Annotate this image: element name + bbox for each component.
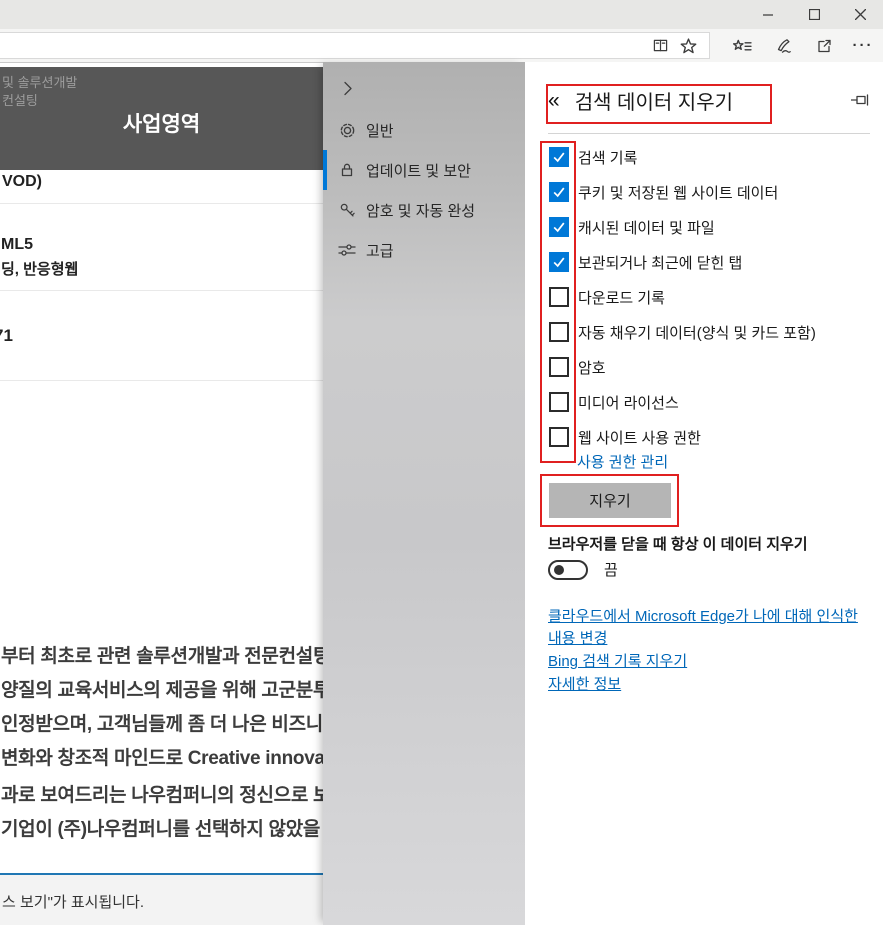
checkbox[interactable] — [549, 427, 569, 447]
collapse-chevron-icon[interactable] — [336, 77, 360, 99]
page-paragraph-line: 변화와 창조적 마인드로 Creative innovation을 — [1, 743, 376, 770]
close-button[interactable] — [837, 0, 883, 29]
page-footer-text: 스 보기"가 표시됩니다. — [2, 891, 144, 912]
checkbox-label: 미디어 라이선스 — [578, 392, 679, 413]
more-ellipsis-glyph: ··· — [853, 37, 874, 54]
more-ellipsis-icon[interactable]: ··· — [846, 29, 880, 62]
settings-nav-flyout: 일반 업데이트 및 보안 암호 및 자동 완성 — [323, 62, 525, 925]
active-accent-bar — [323, 150, 327, 190]
nav-item-passwords-autofill[interactable]: 암호 및 자동 완성 — [323, 190, 525, 230]
checkbox-row-site-permissions[interactable]: 웹 사이트 사용 권한 — [549, 427, 816, 447]
checkbox-label: 보관되거나 최근에 닫힌 탭 — [578, 252, 742, 273]
always-clear-toggle-row: 끔 — [548, 559, 618, 580]
title-bar — [0, 0, 883, 29]
nav-item-label: 일반 — [366, 120, 394, 141]
page-row-vod: VOD) — [2, 173, 42, 191]
checkbox[interactable] — [549, 147, 569, 167]
page-row-coding: 딩, 반응형웹 — [1, 258, 78, 279]
cloud-recognition-link-line2[interactable]: 내용 변경 — [548, 627, 607, 648]
checkbox-row-browsing-history[interactable]: 검색 기록 — [549, 147, 816, 167]
hero-title: 사업영역 — [0, 108, 323, 138]
checkbox-label: 자동 채우기 데이터(양식 및 카드 포함) — [578, 322, 816, 343]
sliders-icon — [338, 243, 356, 257]
nav-item-privacy-security[interactable]: 업데이트 및 보안 — [323, 150, 525, 190]
manage-permissions-link[interactable]: 사용 권한 관리 — [577, 451, 668, 472]
checkbox-label: 다운로드 기록 — [578, 287, 665, 308]
address-bar[interactable] — [0, 32, 710, 59]
nav-item-advanced[interactable]: 고급 — [323, 230, 525, 270]
checkbox-row-cached-data[interactable]: 캐시된 데이터 및 파일 — [549, 217, 816, 237]
checkbox-label: 캐시된 데이터 및 파일 — [578, 217, 715, 238]
nav-item-label: 업데이트 및 보안 — [366, 160, 471, 181]
clear-browsing-data-panel: « 검색 데이터 지우기 검색 기록 — [525, 62, 883, 925]
learn-more-link[interactable]: 자세한 정보 — [548, 673, 621, 694]
hero-small-text-2: 컨설팅 — [2, 90, 38, 109]
panel-header: « 검색 데이터 지우기 — [548, 83, 871, 117]
checkbox-row-media-licenses[interactable]: 미디어 라이선스 — [549, 392, 816, 412]
checkbox[interactable] — [549, 217, 569, 237]
lock-icon — [338, 162, 356, 178]
page-row-number: 71 — [0, 326, 13, 346]
page-row-html5: ML5 — [1, 236, 33, 254]
web-note-pen-icon[interactable] — [767, 29, 801, 62]
maximize-button[interactable] — [791, 0, 837, 29]
nav-item-general[interactable]: 일반 — [323, 110, 525, 150]
hero-small-text-1: 및 솔루션개발 — [2, 72, 77, 91]
bing-history-link[interactable]: Bing 검색 기록 지우기 — [548, 650, 687, 671]
cloud-recognition-link-line1[interactable]: 클라우드에서 Microsoft Edge가 나에 대해 인식한 — [548, 605, 858, 626]
toggle-switch-off[interactable] — [548, 560, 588, 580]
checkbox[interactable] — [549, 287, 569, 307]
checkbox-row-passwords[interactable]: 암호 — [549, 357, 816, 377]
page-paragraph-line: 기업이 (주)나우컴퍼니를 선택하지 않았을 것입니 — [1, 814, 377, 841]
checkbox[interactable] — [549, 392, 569, 412]
panel-divider — [548, 133, 870, 134]
data-types-checkbox-list: 검색 기록 쿠키 및 저장된 웹 사이트 데이터 캐시된 데이터 및 파일 보관… — [549, 147, 816, 462]
checkbox-label: 쿠키 및 저장된 웹 사이트 데이터 — [578, 182, 778, 203]
checkbox-row-tabs[interactable]: 보관되거나 최근에 닫힌 탭 — [549, 252, 816, 272]
checkbox-label: 검색 기록 — [578, 147, 637, 168]
checkbox[interactable] — [549, 322, 569, 342]
nav-item-label: 고급 — [366, 240, 394, 261]
checkbox-row-cookies[interactable]: 쿠키 및 저장된 웹 사이트 데이터 — [549, 182, 816, 202]
panel-title: 검색 데이터 지우기 — [575, 86, 733, 115]
page-paragraph-line: 양질의 교육서비스의 제공을 위해 고군분투해 왔 — [1, 675, 370, 702]
key-icon — [338, 202, 356, 219]
edge-window: ··· 및 솔루션개발 컨설팅 사업영역 VOD) ML5 딩, 반응형웹 71… — [0, 0, 883, 925]
browser-toolbar: ··· — [0, 29, 883, 63]
share-icon[interactable] — [807, 29, 841, 62]
back-chevron-icon[interactable]: « — [548, 90, 560, 111]
minimize-button[interactable] — [745, 0, 791, 29]
hub-favorites-icon[interactable] — [725, 29, 759, 62]
checkbox-label: 암호 — [578, 357, 606, 378]
gear-icon — [338, 122, 356, 139]
add-favorite-star-icon[interactable] — [671, 29, 705, 62]
checkbox-row-autofill[interactable]: 자동 채우기 데이터(양식 및 카드 포함) — [549, 322, 816, 342]
pin-panel-icon[interactable] — [851, 93, 871, 107]
checkbox[interactable] — [549, 252, 569, 272]
window-controls — [745, 0, 883, 29]
checkbox[interactable] — [549, 182, 569, 202]
always-clear-label: 브라우저를 닫을 때 항상 이 데이터 지우기 — [548, 533, 808, 554]
toggle-state-label: 끔 — [604, 559, 618, 580]
checkbox[interactable] — [549, 357, 569, 377]
checkbox-label: 웹 사이트 사용 권한 — [578, 427, 701, 448]
nav-item-label: 암호 및 자동 완성 — [366, 200, 475, 221]
clear-button[interactable]: 지우기 — [549, 483, 671, 518]
checkbox-row-download-history[interactable]: 다운로드 기록 — [549, 287, 816, 307]
